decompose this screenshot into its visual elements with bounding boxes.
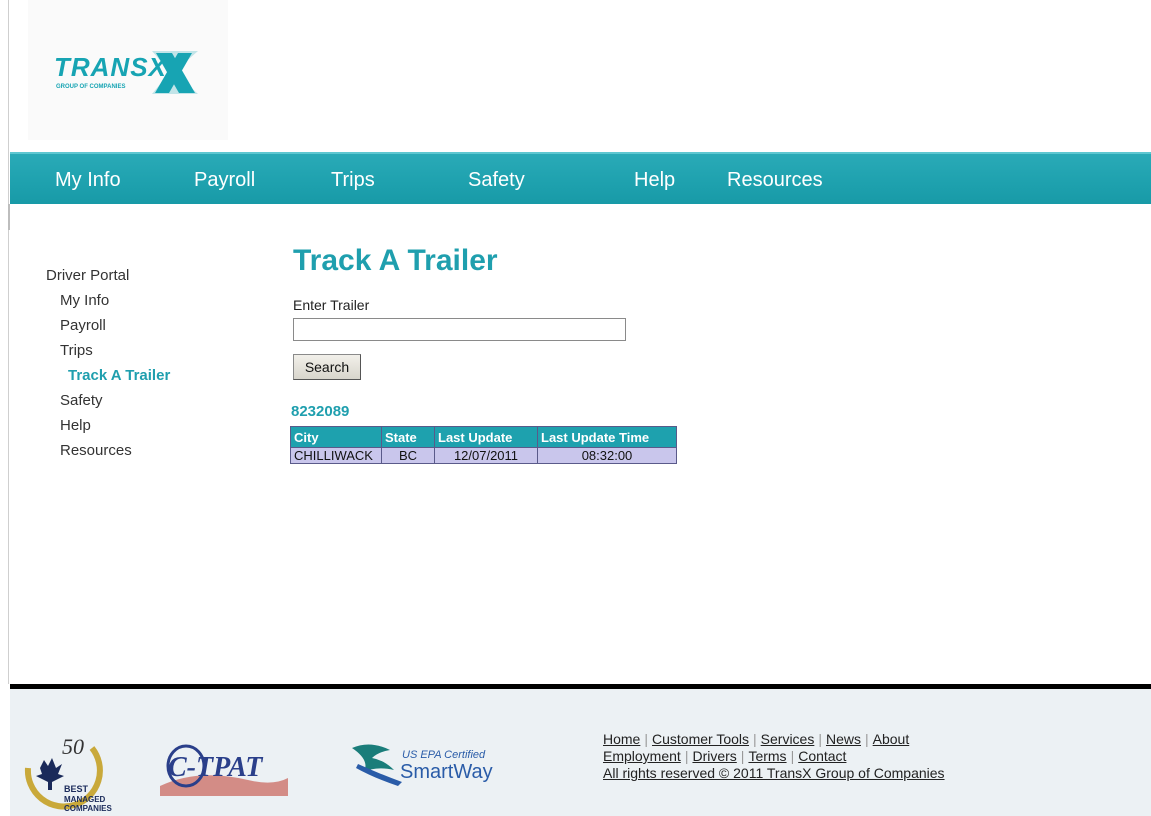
column-header-city: City: [290, 426, 382, 448]
main-navigation: My Info Payroll Trips Safety Help Resour…: [10, 152, 1151, 204]
trailer-field-label: Enter Trailer: [293, 297, 370, 313]
results-table: City State Last Update Last Update Time …: [290, 426, 677, 464]
sidebar-item-payroll[interactable]: Payroll: [60, 317, 106, 334]
column-header-last-update: Last Update: [434, 426, 538, 448]
result-trailer-id: 8232089: [291, 403, 350, 420]
sidebar-item-resources[interactable]: Resources: [60, 442, 132, 459]
trailer-input[interactable]: [293, 318, 626, 341]
footer-links-row-1: Home | Customer Tools | Services | News | About: [603, 731, 910, 747]
transx-logo[interactable]: TRANSX GROUP OF COMPANIES: [52, 48, 202, 98]
sidebar-title[interactable]: Driver Portal: [46, 267, 129, 284]
sidebar-item-track-a-trailer[interactable]: Track A Trailer: [68, 367, 170, 384]
badge-text-best: BEST: [64, 784, 89, 794]
cell-last-update-time: 08:32:00: [537, 447, 677, 464]
ctpat-wordmark: C-TPAT: [168, 752, 264, 783]
smartway-wordmark: SmartWay: [400, 761, 493, 783]
table-header-row: City State Last Update Last Update Time: [290, 426, 677, 448]
nav-trips[interactable]: Trips: [331, 169, 375, 192]
footer-links-row-2: Employment | Drivers | Terms | Contact: [603, 748, 847, 764]
nav-help[interactable]: Help: [634, 169, 675, 192]
nav-my-info[interactable]: My Info: [55, 169, 121, 192]
smartway-logo[interactable]: US EPA Certified SmartWay: [350, 738, 510, 788]
sidebar-item-help[interactable]: Help: [60, 417, 91, 434]
table-row: CHILLIWACK BC 12/07/2011 08:32:00: [290, 447, 677, 464]
footer-link-drivers[interactable]: Drivers: [692, 748, 736, 764]
logo-subtitle: GROUP OF COMPANIES: [56, 84, 125, 90]
footer-link-customer-tools[interactable]: Customer Tools: [652, 731, 749, 747]
search-button[interactable]: Search: [293, 354, 361, 380]
column-header-last-update-time: Last Update Time: [537, 426, 677, 448]
footer-link-news[interactable]: News: [826, 731, 861, 747]
footer-link-contact[interactable]: Contact: [798, 748, 846, 764]
nav-resources[interactable]: Resources: [727, 169, 823, 192]
cell-city: CHILLIWACK: [290, 447, 382, 464]
nav-payroll[interactable]: Payroll: [194, 169, 255, 192]
footer-links: Home | Customer Tools | Services | News | About …: [603, 731, 945, 782]
footer-link-about[interactable]: About: [873, 731, 910, 747]
sidebar-item-trips[interactable]: Trips: [60, 342, 93, 359]
page-left-accent: [8, 204, 10, 230]
smartway-certified-text: US EPA Certified: [402, 749, 486, 761]
cell-state: BC: [381, 447, 435, 464]
copyright-text: All rights reserved © 2011 TransX Group …: [603, 765, 945, 781]
logo-wordmark: TRANSX: [54, 52, 168, 82]
footer-link-services[interactable]: Services: [761, 731, 815, 747]
badge-text-managed: MANAGED: [64, 795, 106, 804]
sidebar-item-safety[interactable]: Safety: [60, 392, 103, 409]
column-header-state: State: [381, 426, 435, 448]
badge-text-companies: COMPANIES: [64, 804, 113, 813]
page-left-border: [8, 0, 9, 684]
footer-link-terms[interactable]: Terms: [748, 748, 786, 764]
cell-last-update: 12/07/2011: [434, 447, 538, 464]
ctpat-logo[interactable]: C-TPAT: [158, 738, 290, 796]
footer-link-employment[interactable]: Employment: [603, 748, 681, 764]
sidebar-item-my-info[interactable]: My Info: [60, 292, 109, 309]
footer-link-home[interactable]: Home: [603, 731, 640, 747]
nav-safety[interactable]: Safety: [468, 169, 525, 192]
page-title: Track A Trailer: [293, 244, 498, 277]
maple-leaf-icon: [36, 758, 64, 790]
badge-number: 50: [62, 734, 84, 759]
best-managed-companies-badge[interactable]: 50 BEST MANAGED COMPANIES: [8, 728, 120, 816]
